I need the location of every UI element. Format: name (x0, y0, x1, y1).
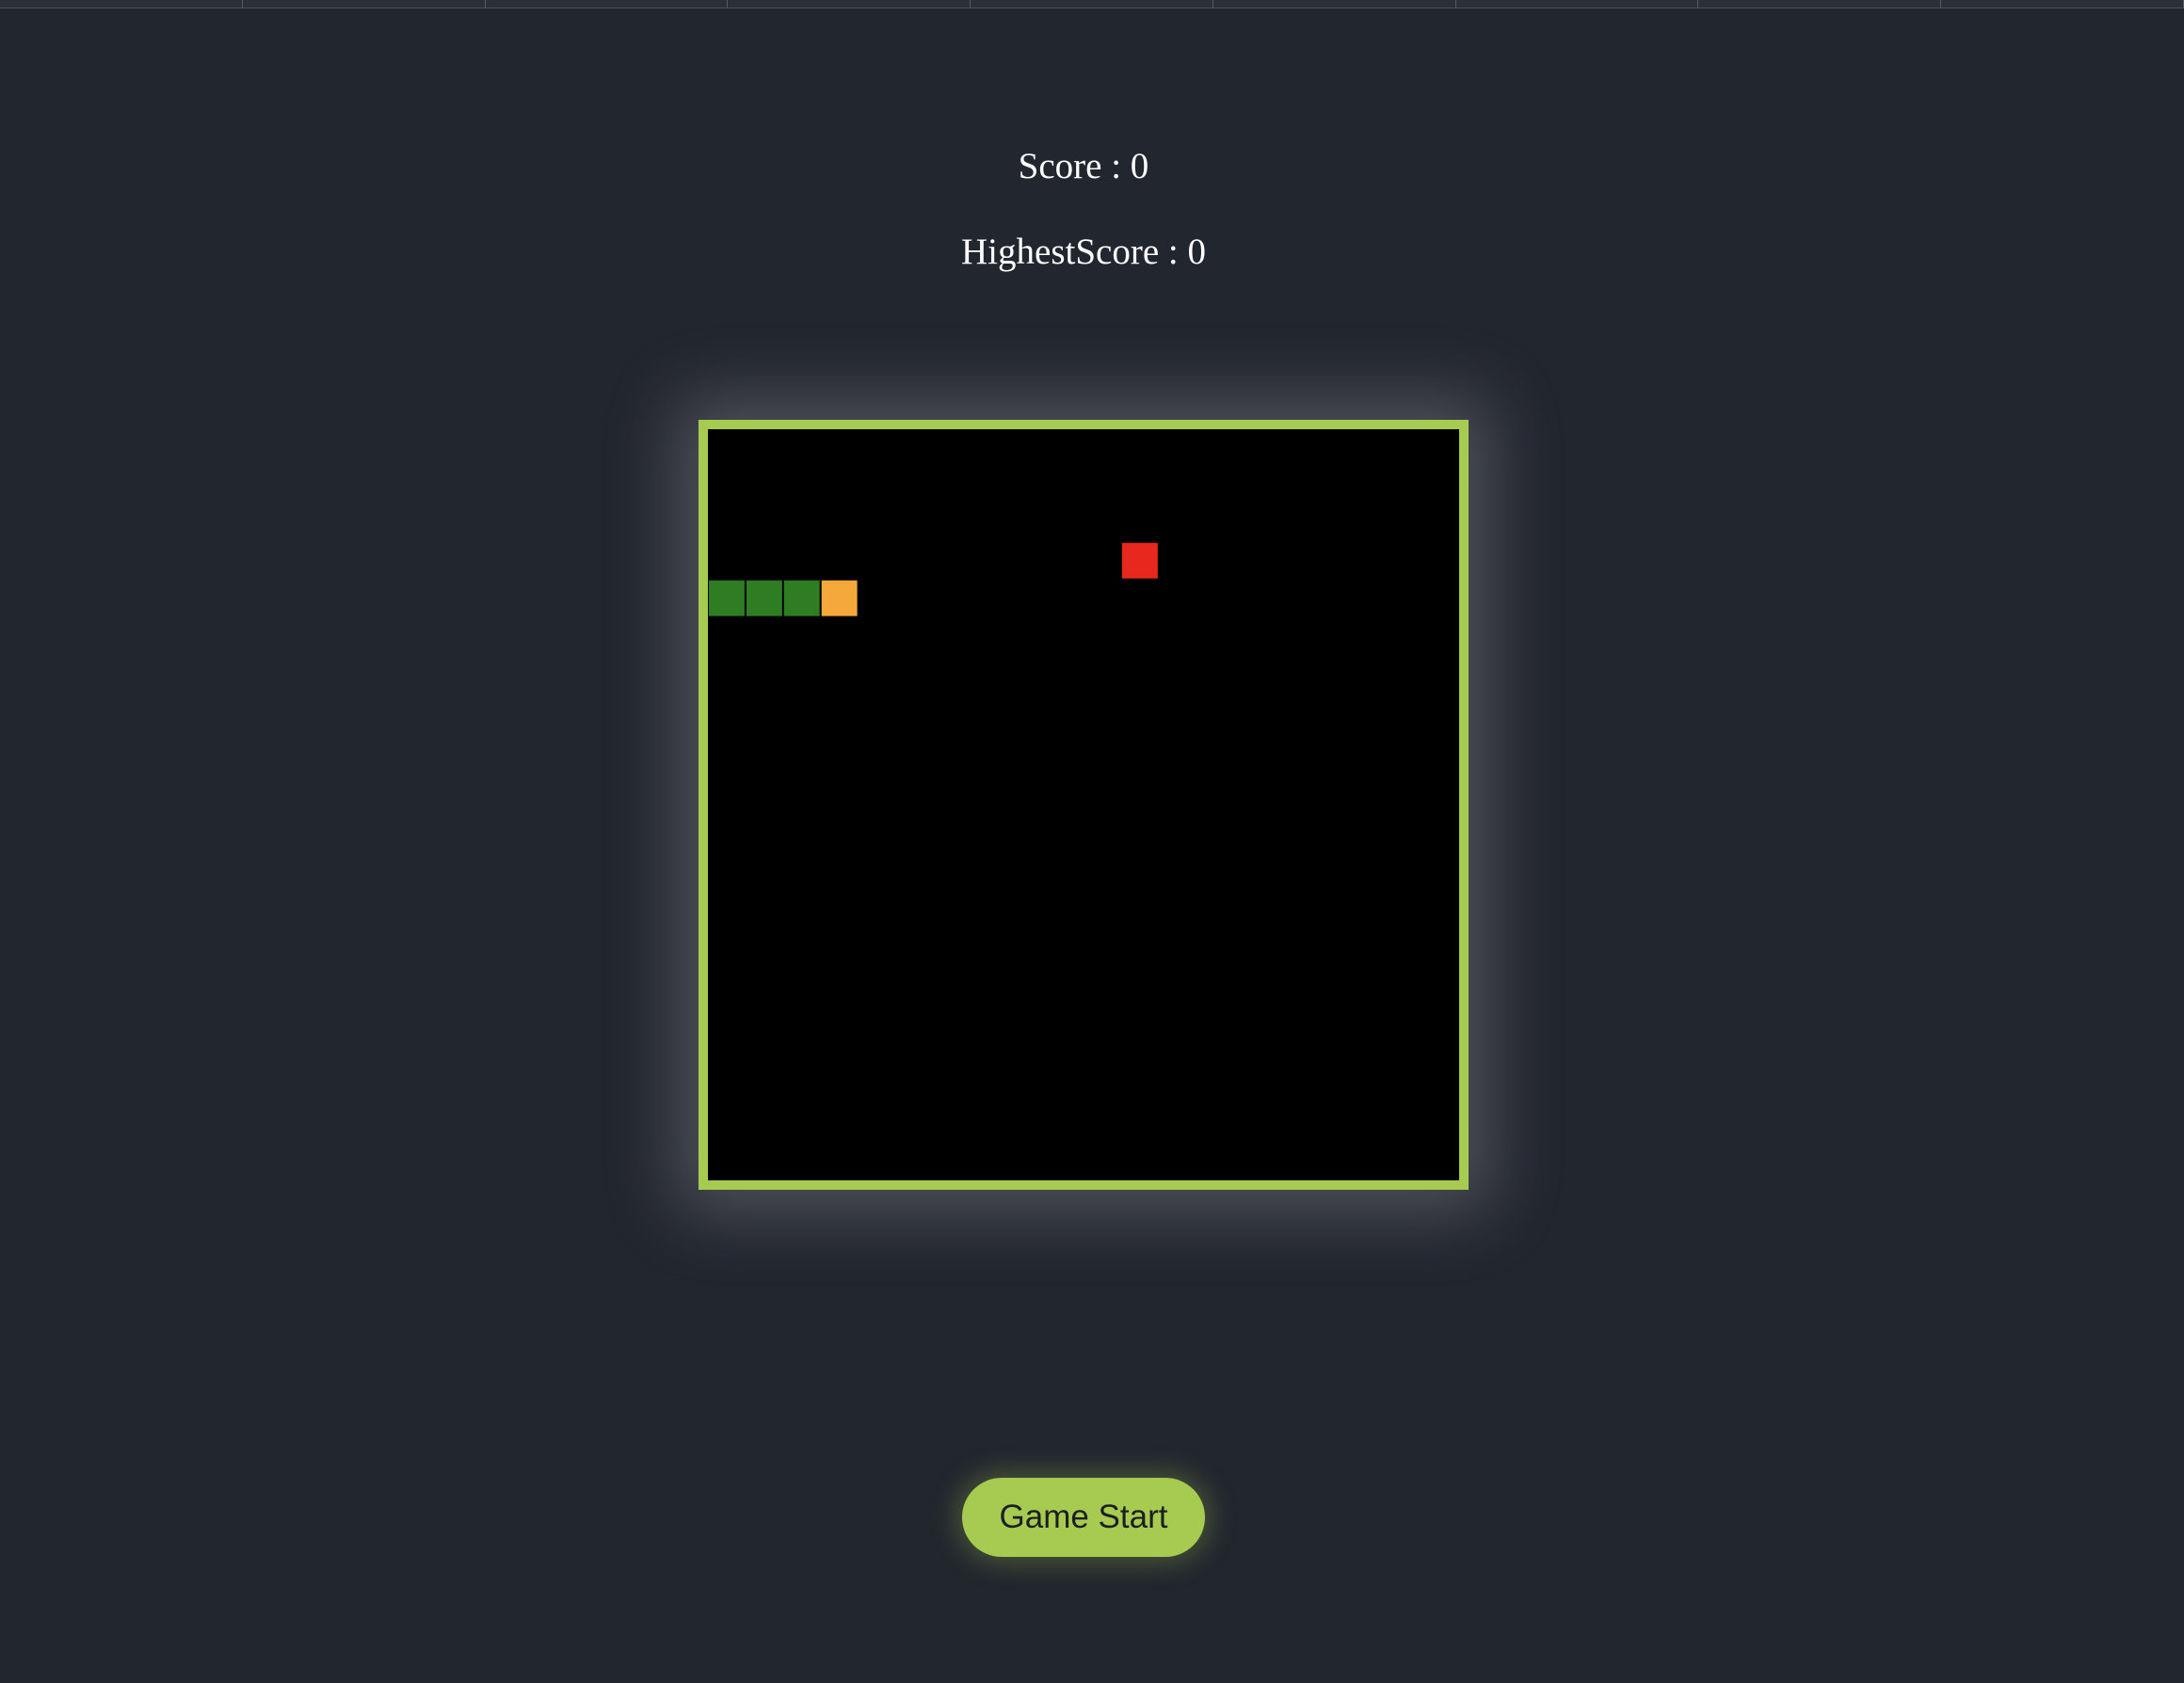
game-canvas[interactable] (708, 429, 1459, 1180)
score-label: Score : 0 (1018, 146, 1149, 186)
snake-segment (783, 580, 820, 617)
game-board[interactable] (699, 420, 1469, 1190)
top-strip-segment (971, 0, 1213, 8)
snake-segment (709, 580, 745, 617)
top-strip-segment (0, 0, 243, 8)
top-strip-segment (486, 0, 729, 8)
top-strip-segment (1213, 0, 1456, 8)
top-strip (0, 0, 2184, 8)
top-strip-segment (728, 0, 972, 8)
top-strip-segment (1456, 0, 1699, 8)
top-strip-segment (1698, 0, 1942, 8)
top-strip-segment (243, 0, 486, 8)
food-pellet (1121, 542, 1158, 579)
snake-segment (746, 580, 782, 617)
highest-score-label: HighestScore : 0 (961, 232, 1206, 272)
game-start-button[interactable]: Game Start (962, 1478, 1205, 1557)
top-strip-segment (1941, 0, 2184, 8)
snake-head (821, 580, 858, 617)
